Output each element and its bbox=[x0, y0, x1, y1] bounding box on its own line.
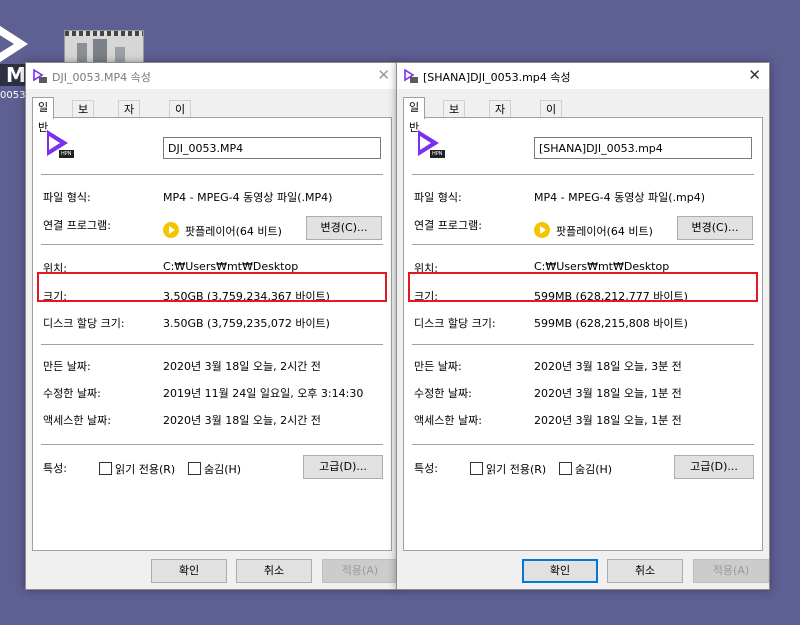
modified-label: 수정한 날짜: bbox=[414, 387, 472, 400]
tab-security[interactable]: 보안 bbox=[72, 100, 95, 133]
divider bbox=[41, 244, 383, 245]
checkbox-icon bbox=[99, 462, 112, 475]
tab-general[interactable]: 일반 bbox=[403, 97, 426, 134]
close-icon[interactable]: ✕ bbox=[377, 66, 390, 84]
video-file-icon: HPN bbox=[45, 130, 79, 162]
modified-value: 2019년 11월 24일 일요일, 오후 3:14:30 bbox=[163, 387, 364, 400]
divider bbox=[412, 244, 754, 245]
modified-value: 2020년 3월 18일 오늘, 1분 전 bbox=[534, 387, 682, 400]
divider bbox=[41, 444, 383, 445]
hidden-checkbox[interactable]: 숨김(H) bbox=[559, 461, 612, 477]
window-title: [SHANA]DJI_0053.mp4 속성 bbox=[423, 71, 571, 84]
readonly-checkbox[interactable]: 읽기 전용(R) bbox=[99, 461, 175, 477]
tab-security[interactable]: 보안 bbox=[443, 100, 466, 133]
attributes-label: 특성: bbox=[43, 462, 67, 475]
type-label: 파일 형식: bbox=[43, 191, 91, 204]
size-on-disk-label: 디스크 할당 크기: bbox=[43, 317, 125, 330]
accessed-value: 2020년 3월 18일 오늘, 1분 전 bbox=[534, 414, 682, 427]
hidden-checkbox[interactable]: 숨김(H) bbox=[188, 461, 241, 477]
divider bbox=[412, 344, 754, 345]
cancel-button[interactable]: 취소 bbox=[236, 559, 312, 583]
cancel-button[interactable]: 취소 bbox=[607, 559, 683, 583]
type-value: MP4 - MPEG-4 동영상 파일(.mp4) bbox=[534, 191, 706, 204]
video-file-icon: HPN bbox=[416, 130, 450, 162]
size-on-disk-label: 디스크 할당 크기: bbox=[414, 317, 496, 330]
apply-button[interactable]: 적용(A) bbox=[322, 559, 398, 583]
apply-button[interactable]: 적용(A) bbox=[693, 559, 769, 583]
accessed-label: 액세스한 날짜: bbox=[414, 414, 482, 427]
divider bbox=[412, 174, 754, 175]
divider bbox=[412, 444, 754, 445]
advanced-button[interactable]: 고급(D)... bbox=[303, 455, 383, 479]
created-value: 2020년 3월 18일 오늘, 3분 전 bbox=[534, 360, 682, 373]
size-highlight-box bbox=[37, 272, 387, 302]
created-label: 만든 날짜: bbox=[414, 360, 462, 373]
properties-dialog-left: DJI_0053.MP4 속성 ✕ 일반 보안 자세히 이전 버전 HPN DJ… bbox=[25, 62, 399, 590]
type-label: 파일 형식: bbox=[414, 191, 462, 204]
opens-with-label: 연결 프로그램: bbox=[414, 219, 482, 232]
change-button[interactable]: 변경(C)... bbox=[677, 216, 753, 240]
ok-button[interactable]: 확인 bbox=[522, 559, 598, 583]
created-value: 2020년 3월 18일 오늘, 2시간 전 bbox=[163, 360, 321, 373]
filename-input[interactable]: [SHANA]DJI_0053.mp4 bbox=[534, 137, 752, 159]
title-bar[interactable]: [SHANA]DJI_0053.mp4 속성 ✕ bbox=[397, 63, 769, 89]
file-properties-icon bbox=[404, 69, 418, 83]
tab-previous-versions[interactable]: 이전 버전 bbox=[540, 100, 563, 167]
readonly-checkbox[interactable]: 읽기 전용(R) bbox=[470, 461, 546, 477]
tab-details[interactable]: 자세히 bbox=[489, 100, 512, 150]
divider bbox=[41, 344, 383, 345]
type-value: MP4 - MPEG-4 동영상 파일(.MP4) bbox=[163, 191, 333, 204]
size-on-disk-value: 599MB (628,215,808 바이트) bbox=[534, 317, 688, 330]
checkbox-icon bbox=[559, 462, 572, 475]
size-highlight-box bbox=[408, 272, 758, 302]
close-icon[interactable]: ✕ bbox=[748, 66, 761, 84]
attributes-label: 특성: bbox=[414, 462, 438, 475]
created-label: 만든 날짜: bbox=[43, 360, 91, 373]
opens-with-label: 연결 프로그램: bbox=[43, 219, 111, 232]
accessed-value: 2020년 3월 18일 오늘, 2시간 전 bbox=[163, 414, 321, 427]
checkbox-icon bbox=[470, 462, 483, 475]
modified-label: 수정한 날짜: bbox=[43, 387, 101, 400]
tab-previous-versions[interactable]: 이전 버전 bbox=[169, 100, 192, 167]
potplayer-icon bbox=[534, 222, 550, 238]
properties-dialog-right: [SHANA]DJI_0053.mp4 속성 ✕ 일반 보안 자세히 이전 버전… bbox=[396, 62, 770, 590]
advanced-button[interactable]: 고급(D)... bbox=[674, 455, 754, 479]
checkbox-icon bbox=[188, 462, 201, 475]
potplayer-icon bbox=[163, 222, 179, 238]
window-title: DJI_0053.MP4 속성 bbox=[52, 71, 151, 84]
accessed-label: 액세스한 날짜: bbox=[43, 414, 111, 427]
title-bar[interactable]: DJI_0053.MP4 속성 ✕ bbox=[26, 63, 398, 89]
tab-details[interactable]: 자세히 bbox=[118, 100, 141, 150]
change-button[interactable]: 변경(C)... bbox=[306, 216, 382, 240]
general-panel: HPN DJI_0053.MP4 파일 형식: MP4 - MPEG-4 동영상… bbox=[32, 117, 392, 551]
file-properties-icon bbox=[33, 69, 47, 83]
ok-button[interactable]: 확인 bbox=[151, 559, 227, 583]
tab-general[interactable]: 일반 bbox=[32, 97, 55, 134]
general-panel: HPN [SHANA]DJI_0053.mp4 파일 형식: MP4 - MPE… bbox=[403, 117, 763, 551]
divider bbox=[41, 174, 383, 175]
filename-input[interactable]: DJI_0053.MP4 bbox=[163, 137, 381, 159]
size-on-disk-value: 3.50GB (3,759,235,072 바이트) bbox=[163, 317, 330, 330]
